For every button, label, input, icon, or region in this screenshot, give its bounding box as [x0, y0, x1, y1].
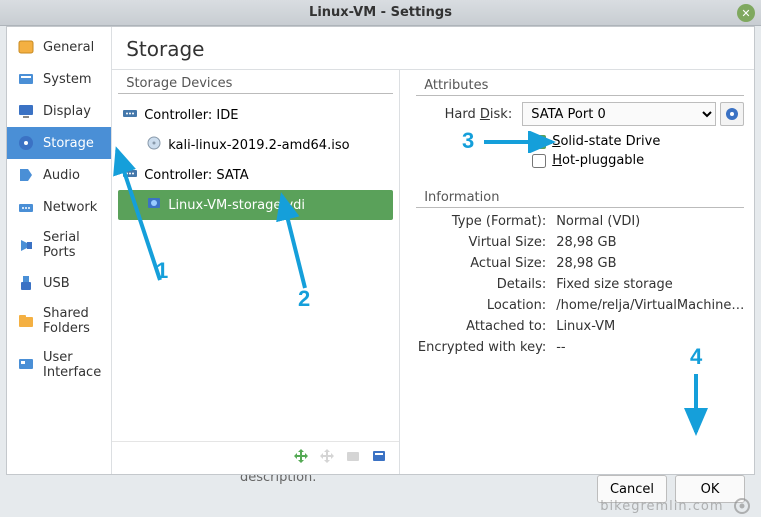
ok-button[interactable]: OK — [675, 475, 745, 503]
ssd-checkbox-row[interactable]: Solid-state Drive — [532, 132, 744, 151]
sidebar-item-label: System — [43, 72, 91, 87]
sidebar-item-label: General — [43, 40, 94, 55]
ssd-label: Solid-state Drive — [552, 134, 660, 149]
sidebar-item-display[interactable]: Display — [7, 95, 111, 127]
sidebar-item-label: USB — [43, 276, 70, 291]
info-row: Encrypted with key:-- — [416, 340, 744, 355]
sidebar: General System Display Storage Audio Network S… — [7, 27, 112, 474]
controller-row[interactable]: Controller: SATA — [118, 160, 393, 190]
storage-tree[interactable]: Controller: IDE kali-linux-2019.2-amd64.i… — [112, 98, 399, 441]
storage-item[interactable]: kali-linux-2019.2-amd64.iso — [118, 130, 393, 160]
hotplug-checkbox[interactable] — [532, 154, 546, 168]
sidebar-icon — [17, 236, 35, 254]
remove-controller-icon[interactable] — [319, 448, 335, 468]
info-key: Actual Size: — [416, 256, 556, 271]
sidebar-item-network[interactable]: Network — [7, 191, 111, 223]
ssd-checkbox[interactable] — [532, 135, 546, 149]
sidebar-item-label: Storage — [43, 136, 94, 151]
hotplug-checkbox-row[interactable]: Hot-pluggable — [532, 151, 744, 170]
info-key: Virtual Size: — [416, 235, 556, 250]
sidebar-icon — [17, 134, 35, 152]
controller-icon — [122, 105, 138, 125]
page-title: Storage — [112, 27, 754, 70]
attributes-column: Attributes Hard Disk: SATA Port 0 Solid-… — [400, 70, 754, 474]
sidebar-icon — [17, 198, 35, 216]
storage-devices-header: Storage Devices — [118, 70, 393, 94]
hard-disk-chooser-icon[interactable] — [720, 102, 744, 126]
info-row: Virtual Size:28,98 GB — [416, 235, 744, 250]
add-attachment-icon[interactable] — [345, 448, 361, 468]
sidebar-item-serial-ports[interactable]: Serial Ports — [7, 223, 111, 267]
information-header: Information — [416, 184, 744, 208]
sidebar-item-general[interactable]: General — [7, 31, 111, 63]
info-value: /home/relja/VirtualMachine… — [556, 298, 744, 313]
info-key: Encrypted with key: — [416, 340, 556, 355]
sidebar-icon — [17, 312, 35, 330]
info-value: Linux-VM — [556, 319, 615, 334]
sidebar-icon — [17, 274, 35, 292]
dialog-buttons: Cancel OK — [597, 475, 745, 503]
storage-devices-column: Storage Devices Controller: IDE kali-linu… — [112, 70, 400, 474]
storage-item-label: kali-linux-2019.2-amd64.iso — [168, 138, 349, 153]
info-row: Attached to:Linux-VM — [416, 319, 744, 334]
info-key: Attached to: — [416, 319, 556, 334]
info-row: Actual Size:28,98 GB — [416, 256, 744, 271]
storage-toolbar — [112, 441, 399, 474]
cancel-button[interactable]: Cancel — [597, 475, 667, 503]
sidebar-item-label: Display — [43, 104, 91, 119]
sidebar-item-shared-folders[interactable]: Shared Folders — [7, 299, 111, 343]
hard-disk-label: Hard Disk: — [416, 107, 522, 122]
remove-attachment-icon[interactable] — [371, 448, 387, 468]
sidebar-item-label: Shared Folders — [43, 306, 101, 336]
sidebar-icon — [17, 70, 35, 88]
sidebar-item-system[interactable]: System — [7, 63, 111, 95]
sidebar-item-audio[interactable]: Audio — [7, 159, 111, 191]
sidebar-icon — [17, 166, 35, 184]
info-value: Fixed size storage — [556, 277, 673, 292]
info-value: Normal (VDI) — [556, 214, 640, 229]
storage-item-label: Linux-VM-storage.vdi — [168, 198, 305, 213]
controller-label: Controller: SATA — [144, 168, 248, 183]
info-row: Location:/home/relja/VirtualMachine… — [416, 298, 744, 313]
window-title: Linux-VM - Settings — [309, 5, 452, 20]
sidebar-item-label: User Interface — [43, 350, 101, 380]
titlebar: Linux-VM - Settings ✕ — [0, 0, 761, 26]
info-row: Details:Fixed size storage — [416, 277, 744, 292]
info-value: 28,98 GB — [556, 235, 616, 250]
disc-icon — [146, 135, 162, 155]
info-row: Type (Format):Normal (VDI) — [416, 214, 744, 229]
controller-row[interactable]: Controller: IDE — [118, 100, 393, 130]
hotplug-label: Hot-pluggable — [552, 153, 644, 168]
info-key: Details: — [416, 277, 556, 292]
controller-icon — [122, 165, 138, 185]
hard-disk-select[interactable]: SATA Port 0 — [522, 102, 716, 126]
sidebar-item-label: Network — [43, 200, 97, 215]
info-value: 28,98 GB — [556, 256, 616, 271]
main-panel: Storage Storage Devices Controller: IDE k… — [112, 27, 754, 474]
sidebar-icon — [17, 38, 35, 56]
sidebar-icon — [17, 356, 35, 374]
attributes-header: Attributes — [416, 72, 744, 96]
info-value: -- — [556, 340, 565, 355]
storage-item[interactable]: Linux-VM-storage.vdi — [118, 190, 393, 220]
hdd-icon — [146, 195, 162, 215]
information-list: Type (Format):Normal (VDI)Virtual Size:2… — [416, 214, 744, 355]
sidebar-item-user-interface[interactable]: User Interface — [7, 343, 111, 387]
hard-disk-row: Hard Disk: SATA Port 0 — [416, 102, 744, 126]
add-controller-icon[interactable] — [293, 448, 309, 468]
sidebar-item-label: Audio — [43, 168, 80, 183]
controller-label: Controller: IDE — [144, 108, 238, 123]
sidebar-item-label: Serial Ports — [43, 230, 101, 260]
info-key: Type (Format): — [416, 214, 556, 229]
sidebar-item-storage[interactable]: Storage — [7, 127, 111, 159]
settings-dialog: General System Display Storage Audio Network S… — [6, 26, 755, 475]
sidebar-icon — [17, 102, 35, 120]
close-icon[interactable]: ✕ — [737, 4, 755, 22]
sidebar-item-usb[interactable]: USB — [7, 267, 111, 299]
info-key: Location: — [416, 298, 556, 313]
